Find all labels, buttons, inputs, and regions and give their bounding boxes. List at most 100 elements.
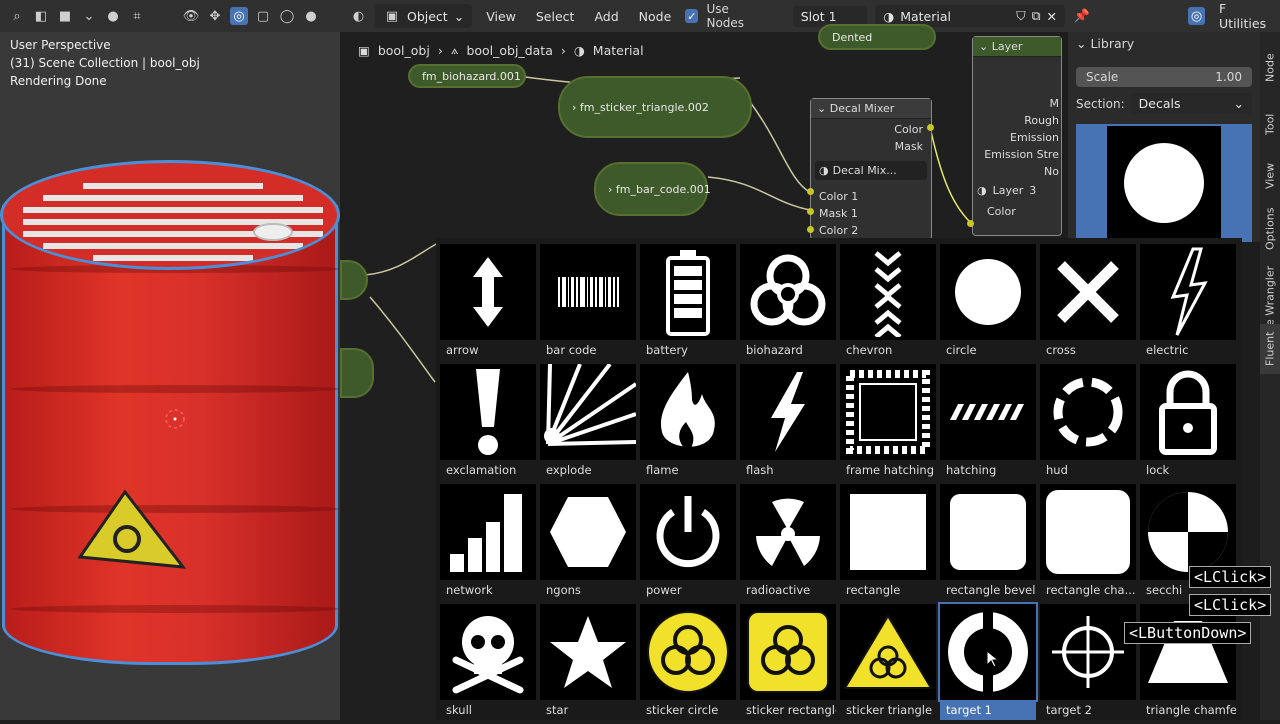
wrench-icon[interactable]: ⌕	[8, 7, 26, 25]
node-layer[interactable]: ⌄ Layer M Rough Emission Emission Stre N…	[972, 36, 1062, 236]
tab-tool[interactable]: Tool	[1260, 102, 1280, 146]
socket-color2-in[interactable]	[807, 226, 814, 233]
library-item-flash[interactable]: flash	[740, 364, 836, 484]
library-item-cross[interactable]: cross	[1040, 244, 1136, 364]
node-partial-2[interactable]	[340, 348, 374, 398]
skull-icon	[452, 616, 524, 694]
visibility-icon[interactable]: 👁	[182, 7, 200, 25]
3d-cursor-icon[interactable]	[164, 408, 186, 430]
library-item-label: chevron	[846, 343, 893, 357]
library-item-label: lock	[1146, 463, 1170, 477]
solid-shading-icon[interactable]: ●	[302, 7, 320, 25]
shading-icon[interactable]: ◧	[32, 7, 50, 25]
library-item-frame-hatching[interactable]: frame hatching	[840, 364, 936, 484]
3d-viewport[interactable]: User Perspective (31) Scene Collection |…	[0, 32, 340, 720]
star-icon	[550, 616, 626, 688]
section-dropdown[interactable]: Decals ⌄	[1130, 93, 1252, 114]
library-item-bar-code[interactable]: bar code	[540, 244, 636, 364]
menu-node[interactable]: Node	[633, 9, 678, 24]
library-item-skull[interactable]: skull	[440, 604, 536, 724]
library-item-target-2[interactable]: target 2	[1040, 604, 1136, 724]
socket-layer-color-in[interactable]	[967, 220, 974, 227]
viewport-header: ⌕ ◧ ■ ⌄ ● ⌗ 👁 ✥ ◎ ▢ ◯ ●	[0, 0, 340, 32]
pin-icon[interactable]: 📌	[1073, 7, 1090, 25]
socket-color-out[interactable]	[927, 124, 934, 131]
node-bar-code[interactable]: › fm_bar_code.001	[594, 162, 711, 216]
snap-icon[interactable]: ⌗	[128, 7, 146, 25]
node-biohazard[interactable]: fm_biohazard.001	[408, 64, 526, 88]
editor-type-icon[interactable]: ◐	[350, 7, 367, 25]
shield-icon[interactable]: ⛉	[1016, 8, 1025, 24]
library-item-ngons[interactable]: ngons	[540, 484, 636, 604]
layer-row-normal: No	[1044, 165, 1059, 178]
library-item-label: sticker rectangle	[746, 703, 836, 717]
library-item-sticker-circle[interactable]: sticker circle	[640, 604, 736, 724]
battery-icon	[666, 250, 710, 336]
gizmo-icon[interactable]: ✥	[206, 7, 224, 25]
library-item-arrow[interactable]: arrow	[440, 244, 536, 364]
library-item-hatching[interactable]: hatching	[940, 364, 1036, 484]
library-item-battery[interactable]: battery	[640, 244, 736, 364]
overlay-toggle-icon[interactable]: ◎	[1188, 7, 1206, 25]
tab-node[interactable]: Node	[1260, 40, 1280, 96]
layer-row-metallic: M	[1049, 97, 1060, 110]
close-icon[interactable]: ✕	[1047, 9, 1057, 24]
arrow-icon	[473, 257, 503, 327]
node-decal-mixer[interactable]: ⌄ Decal Mixer Color Mask ◑ Decal Mix... …	[810, 98, 932, 240]
duplicate-icon[interactable]: ⧉	[1032, 8, 1041, 24]
library-item-rectangle-bevel[interactable]: rectangle bevel	[940, 484, 1036, 604]
object-icon: ▣	[385, 8, 399, 24]
scale-field[interactable]: Scale 1.00	[1076, 67, 1252, 87]
library-item-flame[interactable]: flame	[640, 364, 736, 484]
library-item-circle[interactable]: circle	[940, 244, 1036, 364]
library-item-label: rectangle bevel	[946, 583, 1036, 597]
dot-icon[interactable]: ●	[104, 7, 122, 25]
library-item-sticker-triangle[interactable]: sticker triangle	[840, 604, 936, 724]
node-dented-label: Dented	[832, 30, 873, 44]
overlay-icon[interactable]: ◎	[230, 7, 248, 25]
socket-color1-in[interactable]	[807, 188, 814, 195]
socket-mask1-in[interactable]	[807, 208, 814, 215]
barrel-lid[interactable]	[0, 160, 340, 270]
decal-library-grid: arrow bar code battery biohazard chevron…	[436, 238, 1242, 720]
library-item-hud[interactable]: hud	[1040, 364, 1136, 484]
node-dented[interactable]: Dented	[818, 24, 936, 50]
menu-view[interactable]: View	[480, 9, 522, 24]
library-item-electric[interactable]: electric	[1140, 244, 1236, 364]
chevron-down-icon[interactable]: ⌄	[80, 7, 98, 25]
decal-mixer-group-selector[interactable]: ◑ Decal Mix...	[815, 161, 927, 180]
library-item-biohazard[interactable]: biohazard	[740, 244, 836, 364]
library-item-sticker-rectangle[interactable]: sticker rectangle	[740, 604, 836, 724]
library-item-power[interactable]: power	[640, 484, 736, 604]
library-item-label: bar code	[546, 343, 597, 357]
tab-view[interactable]: View	[1260, 154, 1280, 198]
wireframe-shading-icon[interactable]: ◯	[278, 7, 296, 25]
library-item-lock[interactable]: lock	[1140, 364, 1236, 484]
library-item-explode[interactable]: explode	[540, 364, 636, 484]
barrel-mesh[interactable]	[2, 205, 340, 665]
library-item-chevron[interactable]: chevron	[840, 244, 936, 364]
library-panel-header[interactable]: ⌄ Library	[1068, 32, 1260, 55]
mouse-cursor-icon	[986, 650, 1000, 668]
library-item-label: electric	[1146, 343, 1189, 357]
square-icon[interactable]: ■	[56, 7, 74, 25]
library-item-exclamation[interactable]: exclamation	[440, 364, 536, 484]
layer-selector-value: 3	[1029, 184, 1037, 197]
xray-icon[interactable]: ▢	[254, 7, 272, 25]
utilities-menu[interactable]: F Utilities	[1213, 1, 1280, 31]
menu-add[interactable]: Add	[588, 9, 624, 24]
library-item-rectangle-chamfer[interactable]: rectangle cha...	[1040, 484, 1136, 604]
library-item-radioactive[interactable]: radioactive	[740, 484, 836, 604]
barrel-biohazard-sticker	[77, 489, 187, 569]
tab-options[interactable]: Options	[1260, 204, 1280, 254]
use-nodes-checkbox[interactable]: ✓	[685, 9, 699, 23]
node-sticker-triangle[interactable]: › fm_sticker_triangle.002	[558, 76, 752, 138]
library-item-star[interactable]: star	[540, 604, 636, 724]
menu-select[interactable]: Select	[530, 9, 581, 24]
tab-fluent[interactable]: Fluent	[1260, 324, 1280, 374]
decal-preview[interactable]	[1076, 124, 1252, 242]
library-item-network[interactable]: network	[440, 484, 536, 604]
layer-selector[interactable]: ◑ Layer 3	[973, 178, 1061, 203]
mode-dropdown[interactable]: ▣ Object ⌄	[375, 4, 473, 28]
library-item-rectangle[interactable]: rectangle	[840, 484, 936, 604]
